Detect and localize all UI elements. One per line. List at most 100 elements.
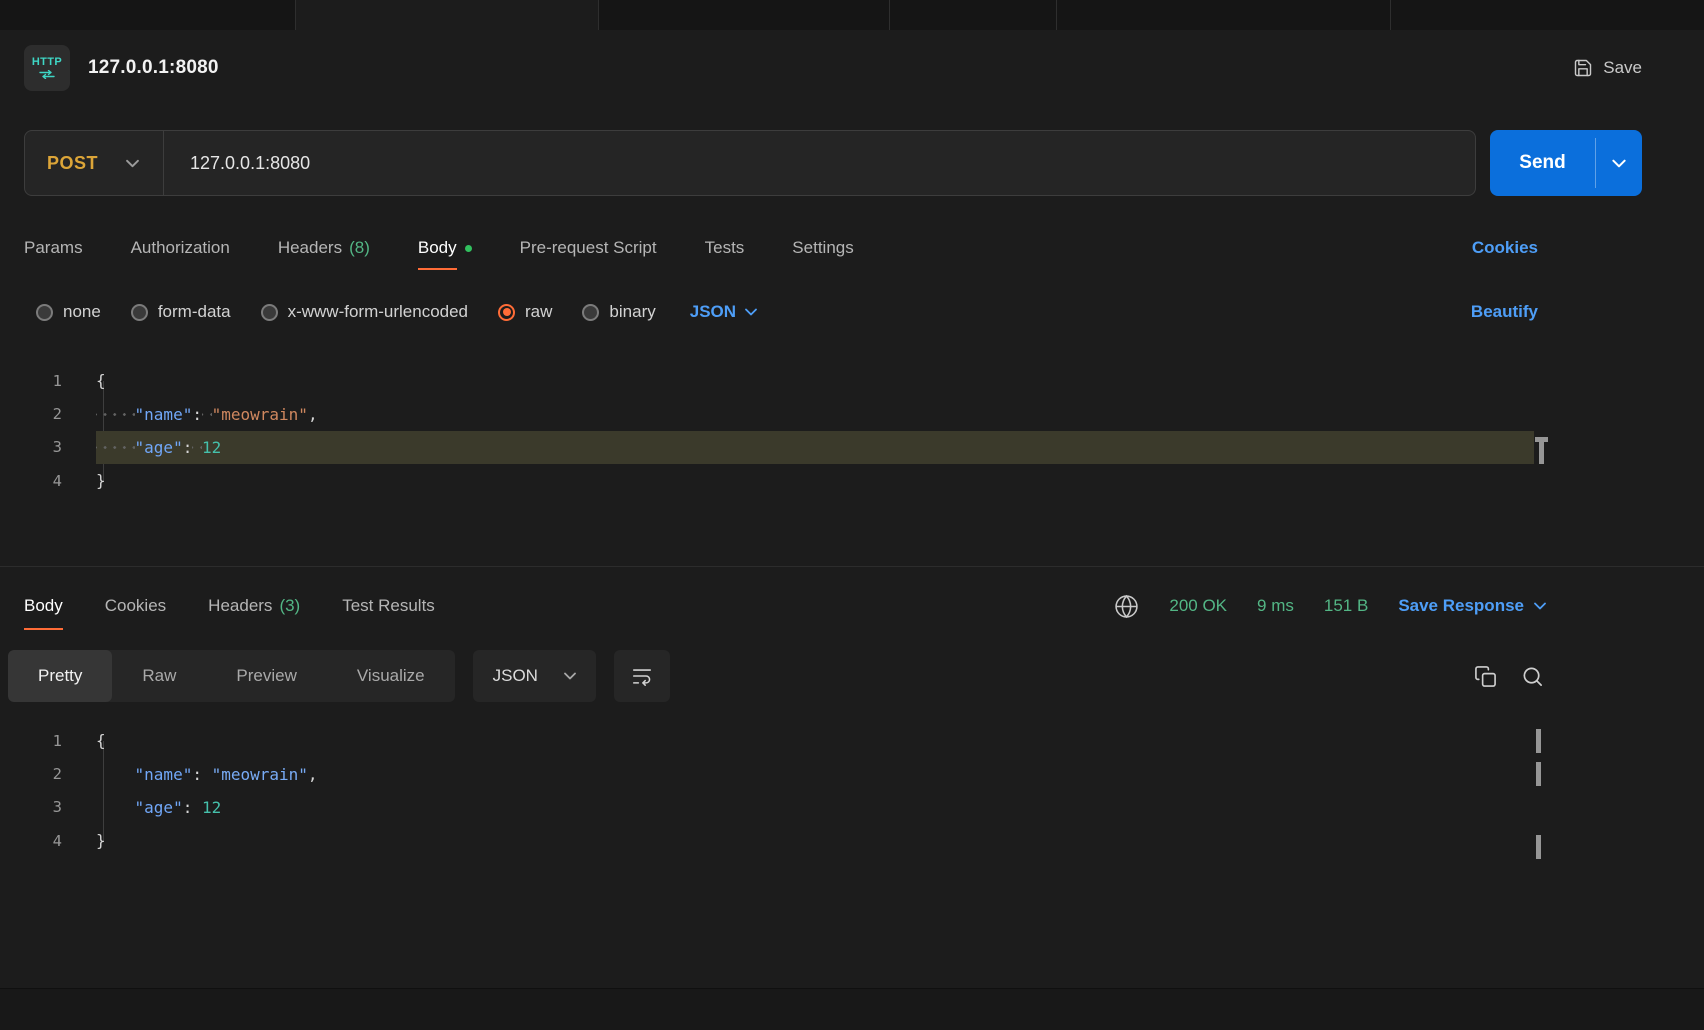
tab-authorization[interactable]: Authorization [131,226,230,270]
pane-divider [0,566,1704,567]
radio-label: x-www-form-urlencoded [288,302,468,322]
tab-label: Settings [792,238,853,258]
tab-label: Test Results [342,596,435,616]
save-button[interactable]: Save [1573,58,1642,78]
search-response-button[interactable] [1521,665,1544,688]
copy-response-button[interactable] [1474,665,1497,688]
headers-count: (3) [279,596,300,616]
tab-divider [295,0,296,30]
whitespace [202,405,212,424]
unsaved-changes-dot [465,245,472,252]
active-tab-underline [24,628,63,630]
line-number: 3 [0,798,96,816]
response-view-toolbar: Pretty Raw Preview Visualize JSON [8,650,1544,702]
indent-whitespace [96,765,135,784]
chevron-down-icon [564,672,576,680]
view-pretty[interactable]: Pretty [8,650,112,702]
radio-none[interactable]: none [36,302,101,322]
json-string-value: "meowrain" [212,765,308,784]
save-response-label: Save Response [1398,596,1524,616]
tab-label: Tests [705,238,745,258]
code-line[interactable]: 2 "name": "meowrain", [0,397,1534,430]
json-key: "name" [135,765,193,784]
code-line[interactable]: 1{ [0,364,1534,397]
json-colon: : [192,765,211,784]
tab-divider [598,0,599,30]
radio-icon [582,304,599,321]
radio-form-data[interactable]: form-data [131,302,231,322]
network-info-button[interactable] [1114,594,1139,619]
response-tab-bar: Body Cookies Headers(3) Test Results 200… [24,582,1546,630]
tab-params[interactable]: Params [24,226,83,270]
json-colon: : [192,405,202,424]
send-options-button[interactable] [1596,130,1642,196]
request-body-editor[interactable]: 1{ 2 "name": "meowrain", 3 "age": 12 4} [0,364,1548,566]
wrap-lines-button[interactable] [614,650,670,702]
tab-label: Cookies [105,596,166,616]
json-comma: , [308,765,318,784]
swap-arrows-icon [39,70,55,79]
json-brace: } [96,471,106,490]
line-number: 1 [0,732,96,750]
url-input[interactable]: 127.0.0.1:8080 [164,153,1475,174]
view-visualize[interactable]: Visualize [327,650,455,702]
method-label: POST [47,153,98,174]
save-response-button[interactable]: Save Response [1398,596,1546,616]
chevron-down-icon [1534,602,1546,610]
view-raw[interactable]: Raw [112,650,206,702]
code-line-highlighted[interactable]: 3 "age": 12 [0,431,1534,464]
code-line[interactable]: 1{ [0,724,1534,757]
line-number: 4 [0,832,96,850]
tab-pre-request-script[interactable]: Pre-request Script [520,226,657,270]
code-line[interactable]: 4} [0,464,1534,497]
radio-binary[interactable]: binary [582,302,655,322]
tab-body[interactable]: Body [418,226,472,270]
tab-settings[interactable]: Settings [792,226,853,270]
tab-label: Headers [208,596,272,616]
bottom-bar [0,988,1704,1030]
radio-x-www-form-urlencoded[interactable]: x-www-form-urlencoded [261,302,468,322]
tab-divider [1056,0,1057,30]
response-size: 151 B [1324,596,1368,616]
active-request-tab[interactable] [295,0,598,30]
response-code-lines: 1{ 2 "name": "meowrain", 3 "age": 12 4} [0,724,1534,858]
response-body-viewer[interactable]: 1{ 2 "name": "meowrain", 3 "age": 12 4} [0,724,1548,874]
json-colon: : [183,438,193,457]
response-tab-cookies[interactable]: Cookies [105,582,166,630]
response-language-dropdown[interactable]: JSON [473,650,596,702]
line-number: 2 [0,765,96,783]
view-preview[interactable]: Preview [206,650,326,702]
search-icon [1521,665,1544,688]
response-tab-body[interactable]: Body [24,582,63,630]
beautify-link[interactable]: Beautify [1471,302,1538,322]
radio-icon-selected [498,304,515,321]
code-line[interactable]: 3 "age": 12 [0,791,1534,824]
globe-icon [1114,594,1139,619]
tab-divider [889,0,890,30]
tab-tests[interactable]: Tests [705,226,745,270]
json-number-value: 12 [202,438,221,457]
method-dropdown[interactable]: POST [25,131,163,195]
cookies-link[interactable]: Cookies [1472,238,1538,258]
json-brace: { [96,371,106,390]
request-url-box: POST 127.0.0.1:8080 [24,130,1476,196]
send-button[interactable]: Send [1490,130,1595,196]
scrollbar-mark [1536,762,1541,786]
body-language-dropdown[interactable]: JSON [690,302,757,322]
radio-icon [36,304,53,321]
radio-raw[interactable]: raw [498,302,552,322]
tab-headers[interactable]: Headers(8) [278,226,370,270]
response-tab-headers[interactable]: Headers (3) [208,582,300,630]
code-line[interactable]: 2 "name": "meowrain", [0,757,1534,790]
scrollbar-cursor-mark [1539,442,1544,464]
response-tab-test-results[interactable]: Test Results [342,582,435,630]
json-key: "age" [135,798,183,817]
send-button-group: Send [1490,130,1642,196]
radio-icon [131,304,148,321]
code-line[interactable]: 4} [0,824,1534,857]
save-button-label: Save [1603,58,1642,78]
headers-count: (8) [349,238,370,258]
indent-whitespace [96,405,135,424]
line-number: 4 [0,472,96,490]
tab-label: Params [24,238,83,258]
